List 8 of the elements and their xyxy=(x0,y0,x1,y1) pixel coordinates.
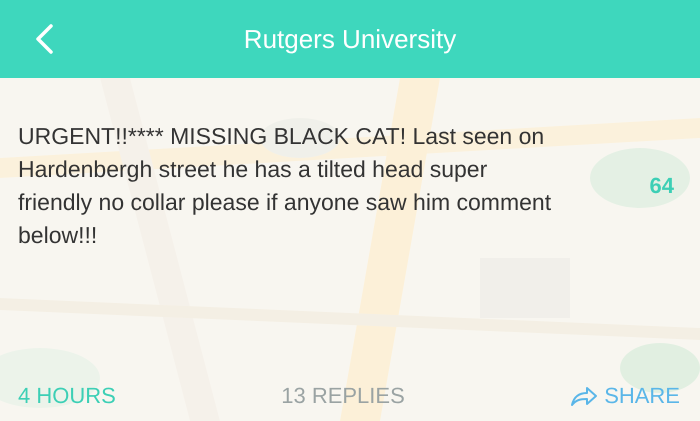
post-text: URGENT!!**** MISSING BLACK CAT! Last seen on Hardenbergh street he has a tilted head super friendly no collar please if anyone saw him comment below!!! xyxy=(18,122,552,250)
header-title: Rutgers University xyxy=(244,24,456,54)
vote-count: 64 xyxy=(650,173,674,199)
replies-link[interactable]: 13 REPLIES xyxy=(281,383,405,409)
back-icon[interactable] xyxy=(34,23,54,55)
post-time: 4 HOURS xyxy=(18,383,116,409)
share-arrow-icon xyxy=(570,385,598,407)
share-button[interactable]: SHARE xyxy=(570,383,680,409)
